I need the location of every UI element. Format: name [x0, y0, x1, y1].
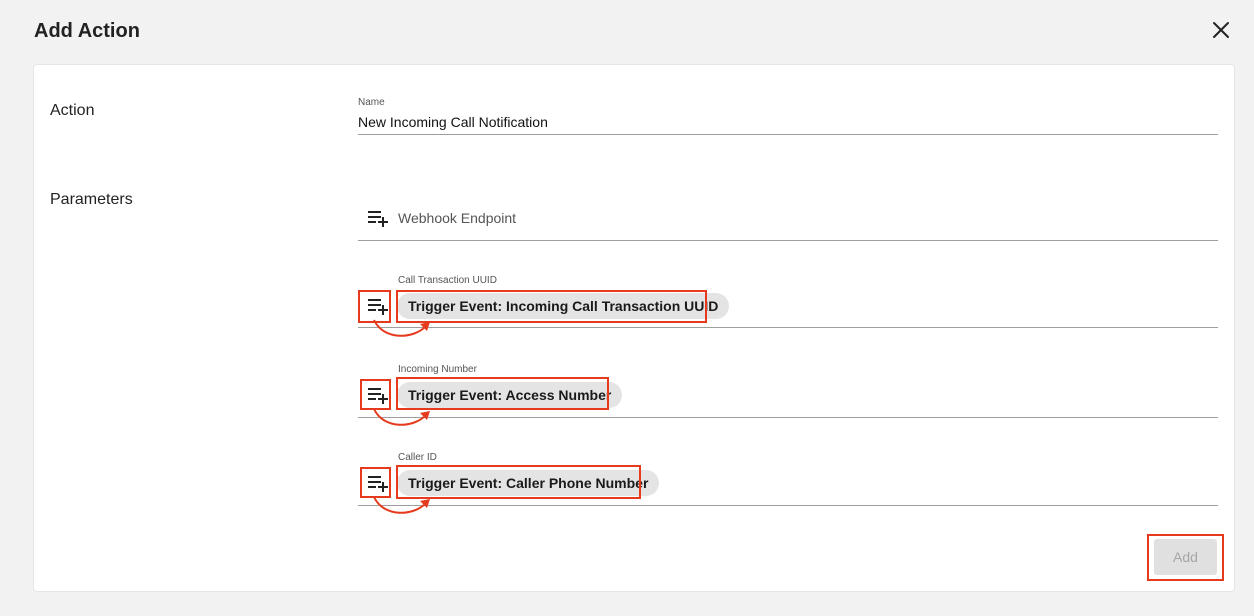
close-icon[interactable] [1209, 18, 1233, 42]
param-field-incoming-number[interactable]: Incoming Number Trigger Event: Access Nu… [358, 362, 1218, 418]
insert-variable-icon[interactable] [367, 474, 389, 492]
name-field[interactable]: Name New Incoming Call Notification [358, 95, 1218, 135]
param-field-call-transaction-uuid[interactable]: Call Transaction UUID Trigger Event: Inc… [358, 273, 1218, 328]
webhook-endpoint-placeholder: Webhook Endpoint [398, 210, 517, 226]
action-section-label: Action [50, 102, 95, 119]
trigger-event-chip[interactable]: Trigger Event: Access Number [397, 382, 623, 408]
action-form-card: Action Name New Incoming Call Notificati… [34, 65, 1234, 591]
trigger-event-chip[interactable]: Trigger Event: Caller Phone Number [397, 470, 660, 496]
parameters-section-label: Parameters [50, 191, 133, 208]
param-field-webhook-endpoint[interactable]: Webhook Endpoint [358, 190, 1218, 241]
insert-variable-icon[interactable] [367, 297, 389, 315]
name-field-value[interactable]: New Incoming Call Notification [358, 114, 548, 130]
call-transaction-uuid-label: Call Transaction UUID [398, 275, 497, 286]
add-button[interactable]: Add [1154, 539, 1217, 575]
trigger-event-chip[interactable]: Trigger Event: Incoming Call Transaction… [397, 293, 730, 319]
incoming-number-label: Incoming Number [398, 364, 477, 375]
insert-variable-icon[interactable] [367, 209, 389, 227]
name-field-label: Name [358, 97, 385, 108]
insert-variable-icon[interactable] [367, 386, 389, 404]
caller-id-label: Caller ID [398, 452, 437, 463]
dialog-title: Add Action [34, 20, 140, 42]
param-field-caller-id[interactable]: Caller ID Trigger Event: Caller Phone Nu… [358, 450, 1218, 506]
